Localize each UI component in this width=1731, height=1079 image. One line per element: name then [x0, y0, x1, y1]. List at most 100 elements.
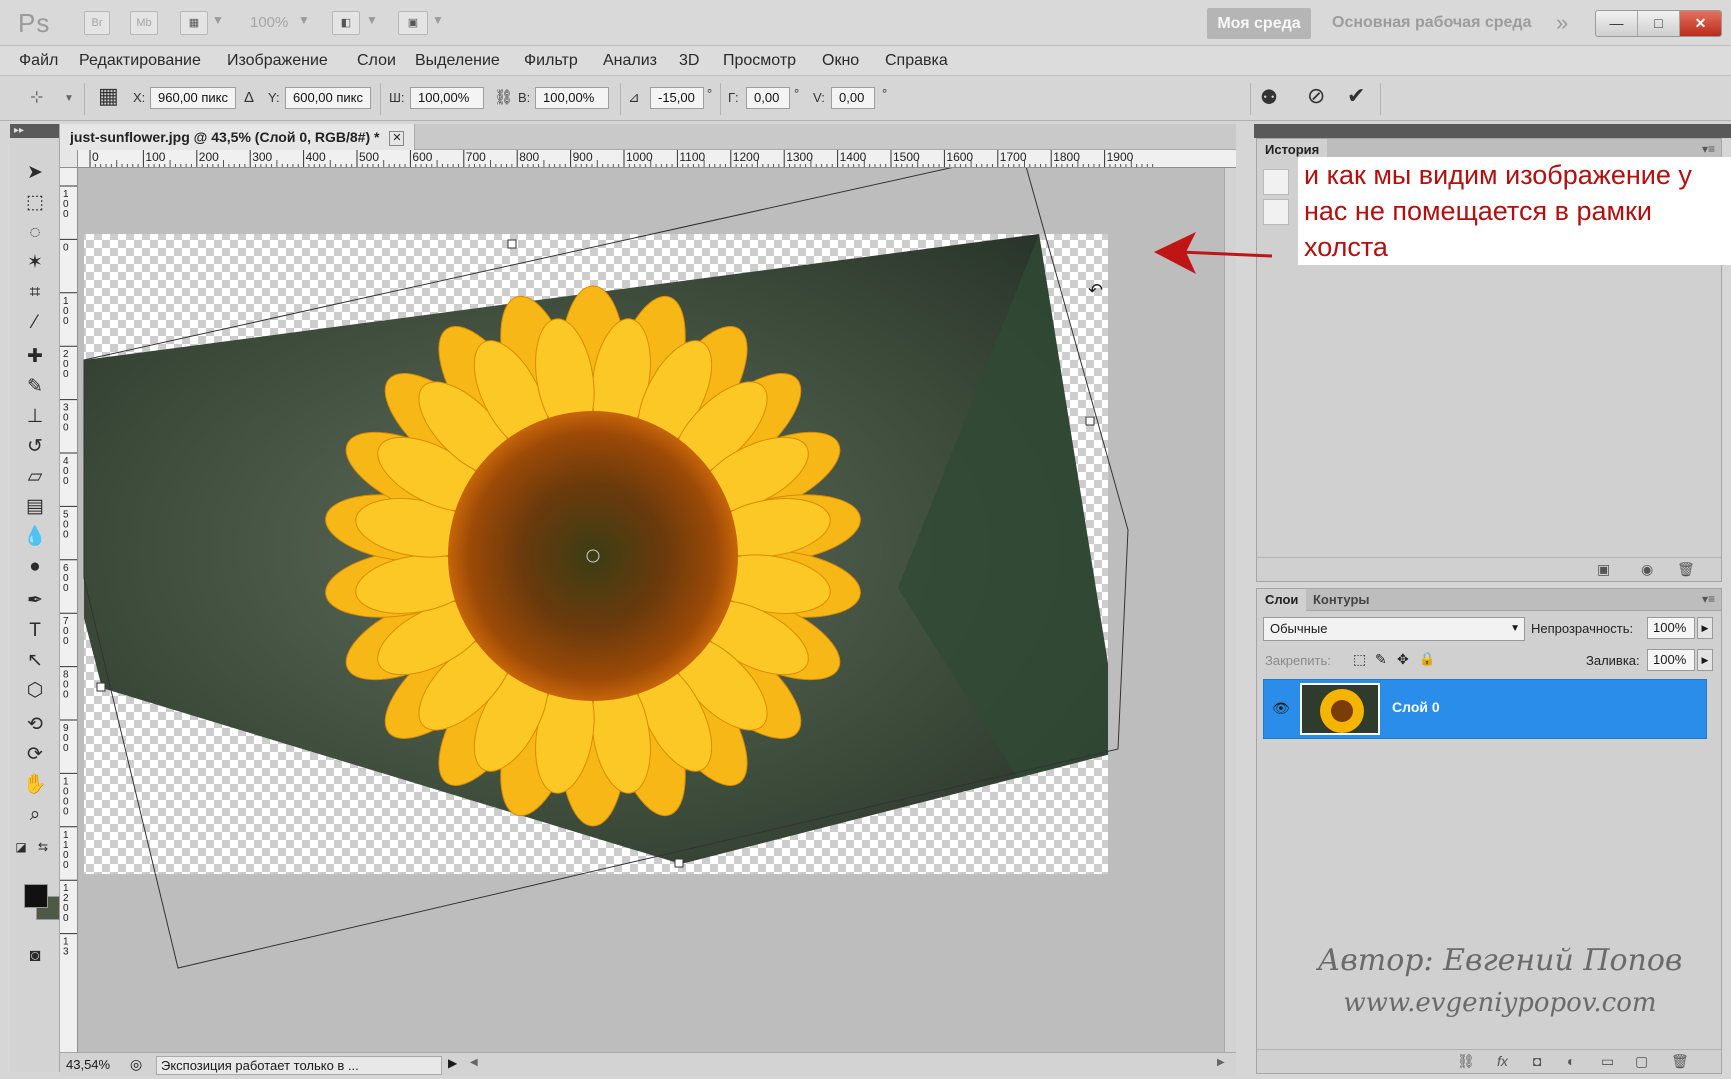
- chevron-down-icon[interactable]: ▼: [212, 13, 224, 27]
- tool-preset-icon[interactable]: ⊹: [30, 87, 43, 107]
- shape-tool-icon[interactable]: ⬡: [22, 678, 48, 704]
- type-tool-icon[interactable]: T: [22, 618, 48, 644]
- x-position-input[interactable]: 960,00 пикс: [150, 87, 236, 109]
- menu-file[interactable]: Файл: [19, 52, 58, 70]
- history-snapshot[interactable]: [1263, 169, 1289, 195]
- magic-wand-tool-icon[interactable]: ✶: [22, 250, 48, 276]
- angle-input[interactable]: -15,00: [650, 87, 704, 109]
- move-tool-icon[interactable]: ➤: [22, 160, 48, 186]
- new-group-icon[interactable]: ▭: [1601, 1053, 1614, 1070]
- commit-transform-icon[interactable]: ✔: [1347, 83, 1365, 109]
- hand-tool-icon[interactable]: ✋: [22, 772, 48, 798]
- width-input[interactable]: 100,00%: [410, 87, 484, 109]
- menu-help[interactable]: Справка: [885, 52, 948, 70]
- pen-tool-icon[interactable]: ✒: [22, 588, 48, 614]
- panel-grip[interactable]: ▸▸: [10, 124, 59, 138]
- fill-input[interactable]: 100%: [1647, 649, 1695, 671]
- layers-scrollbar[interactable]: [1709, 619, 1719, 1019]
- status-info-icon[interactable]: ◎: [130, 1056, 142, 1073]
- blur-tool-icon[interactable]: 💧: [22, 524, 48, 550]
- scroll-left-icon[interactable]: ◀: [470, 1057, 478, 1068]
- new-layer-icon[interactable]: ▢: [1635, 1053, 1648, 1070]
- scroll-right-icon[interactable]: ▶: [1217, 1057, 1225, 1068]
- link-icon[interactable]: ⛓: [494, 88, 513, 106]
- transform-handle[interactable]: [1085, 416, 1095, 426]
- v-skew-input[interactable]: 0,00: [831, 87, 875, 109]
- status-message[interactable]: Экспозиция работает только в ...: [156, 1056, 442, 1075]
- arrange-documents-icon[interactable]: ◧: [332, 11, 360, 35]
- opacity-input[interactable]: 100%: [1647, 617, 1695, 639]
- marquee-tool-icon[interactable]: ⬚: [22, 190, 48, 216]
- eyedropper-tool-icon[interactable]: ⁄: [22, 310, 48, 336]
- lock-position-icon[interactable]: ✥: [1397, 651, 1409, 668]
- chevron-down-icon[interactable]: ▼: [298, 13, 310, 27]
- height-input[interactable]: 100,00%: [535, 87, 609, 109]
- menu-3d[interactable]: 3D: [679, 52, 699, 70]
- y-position-input[interactable]: 600,00 пикс: [285, 87, 371, 109]
- status-menu-arrow-icon[interactable]: ▶: [448, 1056, 457, 1070]
- swap-colors-icon[interactable]: ⇆: [34, 834, 52, 860]
- mini-bridge-button[interactable]: Mb: [130, 11, 158, 35]
- transform-handle[interactable]: [507, 239, 517, 249]
- layer-style-icon[interactable]: fx: [1497, 1053, 1508, 1069]
- vertical-scrollbar[interactable]: [1224, 168, 1236, 1052]
- menu-view[interactable]: Просмотр: [723, 52, 796, 70]
- vertical-ruler[interactable]: 1000100200300400500600700800900100011001…: [60, 168, 78, 1052]
- reference-point-icon[interactable]: ▦: [98, 83, 119, 109]
- history-state[interactable]: [1263, 199, 1289, 225]
- layer-row-selected[interactable]: 👁 Слой 0: [1263, 679, 1707, 739]
- foreground-color-swatch[interactable]: [24, 884, 48, 908]
- minimize-button[interactable]: —: [1596, 11, 1638, 36]
- chevron-down-icon[interactable]: ▼: [432, 13, 444, 27]
- brush-tool-icon[interactable]: ✎: [22, 374, 48, 400]
- trash-icon[interactable]: 🗑: [1671, 1053, 1689, 1070]
- clone-stamp-tool-icon[interactable]: ⊥: [22, 404, 48, 430]
- document-canvas[interactable]: ↶: [78, 168, 1224, 1052]
- menu-select[interactable]: Выделение: [415, 52, 500, 70]
- panel-menu-icon[interactable]: ▾≡: [1702, 142, 1715, 156]
- visibility-eye-icon[interactable]: 👁: [1272, 700, 1290, 717]
- lock-all-icon[interactable]: 🔒: [1419, 651, 1435, 667]
- menu-analysis[interactable]: Анализ: [603, 52, 657, 70]
- lock-pixels-icon[interactable]: ✎: [1375, 651, 1387, 668]
- add-mask-icon[interactable]: ◘: [1533, 1053, 1541, 1069]
- quick-mask-icon[interactable]: ◙: [22, 942, 48, 968]
- status-zoom[interactable]: 43,54%: [66, 1057, 110, 1072]
- horizontal-ruler[interactable]: 0 100 200 300 400 500 600 700 800 900 1000 1100 1200…: [78, 150, 1236, 168]
- ruler-origin[interactable]: [60, 150, 78, 168]
- delta-icon[interactable]: Δ: [244, 89, 254, 106]
- close-button[interactable]: ✕: [1680, 11, 1721, 36]
- dodge-tool-icon[interactable]: ●: [22, 554, 48, 580]
- lasso-tool-icon[interactable]: ◌: [22, 220, 48, 246]
- tab-layers[interactable]: Слои: [1257, 589, 1307, 611]
- document-tab[interactable]: just-sunflower.jpg @ 43,5% (Слой 0, RGB/…: [60, 124, 416, 150]
- default-colors-icon[interactable]: ◪: [12, 834, 30, 860]
- gradient-tool-icon[interactable]: ▤: [22, 494, 48, 520]
- layer-name[interactable]: Слой 0: [1392, 699, 1440, 715]
- 3d-rotate-tool-icon[interactable]: ⟲: [22, 712, 48, 738]
- cancel-transform-icon[interactable]: ⊘: [1307, 83, 1325, 109]
- panel-menu-icon[interactable]: ▾≡: [1702, 592, 1715, 606]
- link-layers-icon[interactable]: ⛓: [1457, 1053, 1475, 1070]
- healing-brush-tool-icon[interactable]: ✚: [22, 344, 48, 370]
- lock-transparency-icon[interactable]: ⬚: [1353, 651, 1366, 668]
- menu-window[interactable]: Окно: [822, 52, 859, 70]
- trash-icon[interactable]: 🗑: [1677, 561, 1695, 578]
- blend-mode-select[interactable]: Обычные ▼: [1263, 617, 1525, 641]
- zoom-tool-icon[interactable]: ⌕: [22, 802, 48, 828]
- menu-layers[interactable]: Слои: [357, 52, 396, 70]
- menu-image[interactable]: Изображение: [227, 52, 328, 70]
- 3d-orbit-tool-icon[interactable]: ⟳: [22, 742, 48, 768]
- path-selection-tool-icon[interactable]: ↖: [22, 648, 48, 674]
- maximize-button[interactable]: □: [1638, 11, 1680, 36]
- new-snapshot-icon[interactable]: ◉: [1641, 561, 1653, 578]
- screen-mode-icon[interactable]: ▣: [398, 11, 428, 35]
- panel-dock-strip[interactable]: [1254, 124, 1731, 138]
- adjustment-layer-icon[interactable]: ◐: [1567, 1053, 1575, 1069]
- menu-edit[interactable]: Редактирование: [79, 52, 201, 70]
- zoom-level[interactable]: 100%: [250, 14, 288, 31]
- view-extras-icon[interactable]: ▦: [180, 11, 208, 35]
- workspace-essentials-button[interactable]: Основная рабочая среда: [1332, 14, 1531, 32]
- eraser-tool-icon[interactable]: ▱: [22, 464, 48, 490]
- transform-handle[interactable]: [674, 858, 684, 868]
